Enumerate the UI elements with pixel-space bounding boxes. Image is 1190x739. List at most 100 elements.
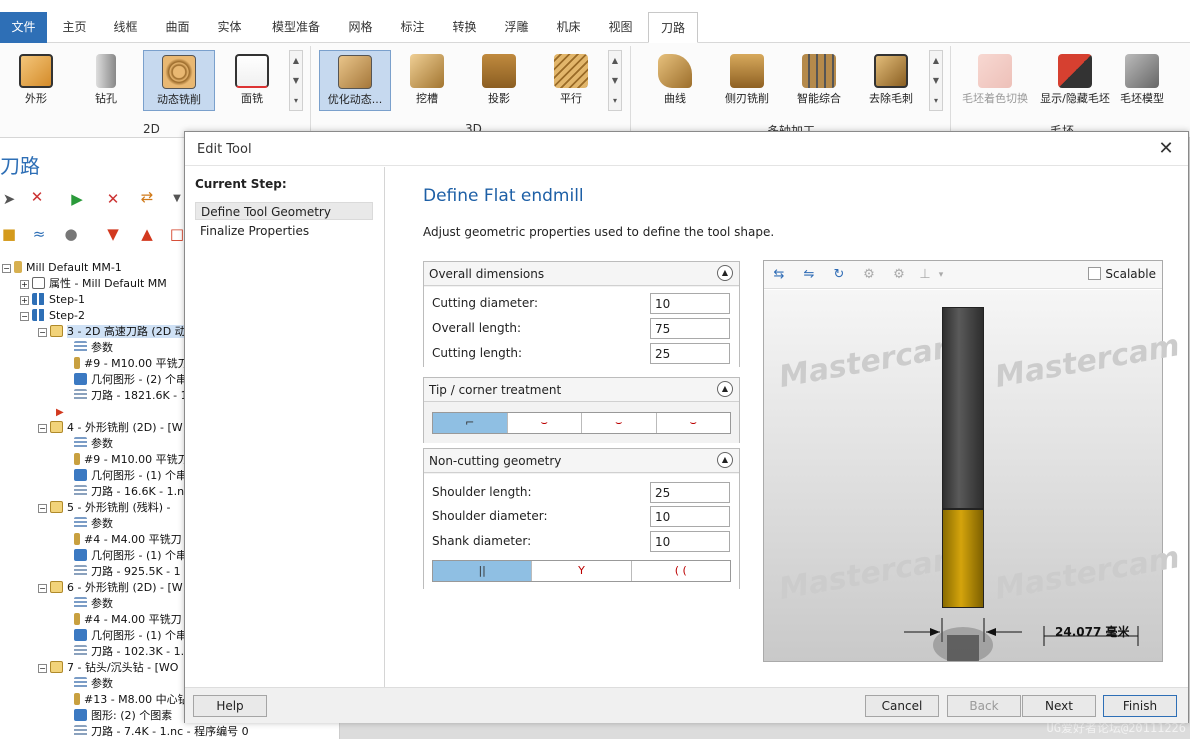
stock-shading-button[interactable]: 毛坯着色切换 (958, 50, 1032, 111)
overall-length-field[interactable] (650, 318, 730, 339)
tree-geometry[interactable]: 几何图形 - (1) 个串 (74, 468, 187, 484)
tab-dimension[interactable]: 标注 (390, 12, 435, 43)
rotate-view-icon[interactable]: ⇋ (800, 266, 818, 284)
tab-mesh[interactable]: 网格 (338, 12, 383, 43)
dropdown-icon[interactable]: ▾ (932, 266, 950, 284)
collapse-icon[interactable]: ▲ (717, 265, 733, 281)
tree-geometry[interactable]: 几何图形 - (2) 个串 (74, 372, 187, 388)
back-button[interactable]: Back (947, 695, 1021, 717)
step-finalize-properties[interactable]: Finalize Properties (195, 222, 373, 240)
tree-parameters[interactable]: 参数 (74, 596, 113, 612)
lock-icon[interactable]: ■ (0, 225, 18, 243)
cancel-button[interactable]: Cancel (865, 695, 939, 717)
pocket-button[interactable]: 挖槽 (398, 50, 456, 111)
deburr-button[interactable]: 去除毛刺 (860, 50, 922, 111)
tree-tool[interactable]: #4 - M4.00 平铣刀 (74, 532, 182, 548)
tab-transform[interactable]: 转换 (442, 12, 487, 43)
tab-home[interactable]: 主页 (52, 12, 97, 43)
tip-full-radius-option[interactable]: ⌣ (657, 413, 731, 433)
ghost-icon[interactable]: ● (62, 225, 80, 243)
optimized-dynamic-button[interactable]: 优化动态... (319, 50, 391, 111)
tab-model-prep[interactable]: 模型准备 (262, 12, 330, 43)
stock-model-button[interactable]: 毛坯模型 (1116, 50, 1168, 111)
project-button[interactable]: 投影 (470, 50, 528, 111)
tree-parameters[interactable]: 参数 (74, 436, 113, 452)
tab-relief[interactable]: 浮雕 (494, 12, 539, 43)
gallery-3d-scroll[interactable]: ▲ ▼ ▾ (608, 50, 622, 111)
drill-button[interactable]: 钻孔 (78, 50, 134, 111)
deselect-icon[interactable]: ✕ (28, 188, 46, 206)
move-down-icon[interactable]: ▼ (104, 225, 122, 243)
shoulder-length-field[interactable] (650, 482, 730, 503)
close-icon[interactable]: ✕ (1156, 138, 1176, 159)
shank-diameter-field[interactable] (650, 531, 730, 552)
swarf-button[interactable]: 侧刃铣削 (716, 50, 778, 111)
fit-view-icon[interactable]: ⇆ (770, 266, 788, 284)
tree-insert-arrow[interactable]: ▶ (56, 404, 64, 420)
tab-solids[interactable]: 实体 (207, 12, 252, 43)
regenerate-icon[interactable]: ▶ (68, 190, 86, 208)
tree-operation-7[interactable]: −7 - 钻头/沉头钻 - [WO (38, 660, 178, 676)
holder-icon[interactable]: ⚙ (860, 266, 878, 284)
backplot-icon[interactable]: ⇄ (138, 188, 156, 206)
tree-operation-3[interactable]: −3 - 2D 高速刀路 (2D 动 (38, 324, 186, 340)
refresh-icon[interactable]: ↻ (830, 266, 848, 284)
tree-toolpath[interactable]: 刀路 - 7.4K - 1.nc - 程序编号 0 (74, 724, 249, 739)
tree-geometry[interactable]: 几何图形 - (1) 个串 (74, 628, 187, 644)
tip-chamfer-option[interactable]: ⌣ (582, 413, 657, 433)
move-up-icon[interactable]: ▲ (138, 225, 156, 243)
finish-button[interactable]: Finish (1103, 695, 1177, 717)
cutting-length-field[interactable] (650, 343, 730, 364)
tab-toolpaths[interactable]: 刀路 (648, 12, 698, 43)
preview-canvas[interactable]: Mastercam Mastercam Mastercam Mastercam … (764, 290, 1182, 661)
tip-corner-radius-option[interactable]: ⌣ (508, 413, 582, 433)
shank-taper-option[interactable]: Y (532, 561, 632, 581)
tree-machine-group[interactable]: − Mill Default MM-1 (2, 260, 122, 276)
tab-surfaces[interactable]: 曲面 (155, 12, 200, 43)
shank-neck-option[interactable]: ( ( (632, 561, 730, 581)
menu-file[interactable]: 文件 (0, 12, 47, 43)
tree-parameters[interactable]: 参数 (74, 340, 113, 356)
unified-button[interactable]: 智能综合 (788, 50, 850, 111)
curve-button[interactable]: 曲线 (644, 50, 706, 111)
tree-tool[interactable]: #9 - M10.00 平铣刀 (74, 452, 189, 468)
collapse-icon[interactable]: ▲ (717, 381, 733, 397)
tab-wireframe[interactable]: 线框 (103, 12, 148, 43)
tree-toolpath[interactable]: 刀路 - 102.3K - 1. (74, 644, 184, 660)
tree-properties[interactable]: + 属性 - Mill Default MM (20, 276, 167, 292)
tree-geometry[interactable]: 几何图形 - (1) 个串 (74, 548, 187, 564)
cutting-diameter-field[interactable] (650, 293, 730, 314)
scalable-checkbox[interactable]: Scalable (1088, 267, 1156, 281)
toggle-display-icon[interactable]: ≈ (30, 225, 48, 243)
dynamic-mill-button[interactable]: 动态铣削 (143, 50, 215, 111)
assembly-icon[interactable]: ⚙ (890, 266, 908, 284)
tree-tool[interactable]: #4 - M4.00 平铣刀 (74, 612, 182, 628)
tree-parameters[interactable]: 参数 (74, 676, 113, 692)
tree-step-2[interactable]: − Step-2 (20, 308, 85, 324)
tree-geometry[interactable]: 图形: (2) 个图素 (74, 708, 172, 724)
contour-button[interactable]: 外形 (8, 50, 64, 111)
tree-step-1[interactable]: + Step-1 (20, 292, 85, 308)
stock-display-button[interactable]: 显示/隐藏毛坯 (1036, 50, 1114, 111)
gallery-2d-scroll[interactable]: ▲ ▼ ▾ (289, 50, 303, 111)
tip-flat-option[interactable]: ⌐ (433, 413, 508, 433)
next-button[interactable]: Next (1022, 695, 1096, 717)
tree-tool[interactable]: #13 - M8.00 中心钻 (74, 692, 189, 708)
parallel-button[interactable]: 平行 (542, 50, 600, 111)
help-button[interactable]: Help (193, 695, 267, 717)
gallery-multi-scroll[interactable]: ▲ ▼ ▾ (929, 50, 943, 111)
tree-operation-4[interactable]: −4 - 外形铣削 (2D) - [W (38, 420, 183, 436)
select-all-icon[interactable]: ➤ (0, 190, 18, 208)
step-define-geometry[interactable]: Define Tool Geometry (195, 202, 373, 220)
regenerate-dirty-icon[interactable]: ✕ (104, 190, 122, 208)
tree-toolpath[interactable]: 刀路 - 1821.6K - 1 (74, 388, 188, 404)
tree-operation-6[interactable]: −6 - 外形铣削 (2D) - [W (38, 580, 183, 596)
tab-machine[interactable]: 机床 (546, 12, 591, 43)
shank-straight-option[interactable]: || (433, 561, 533, 581)
tab-view[interactable]: 视图 (598, 12, 643, 43)
tree-operation-5[interactable]: −5 - 外形铣削 (残料) - (38, 500, 171, 516)
tree-toolpath[interactable]: 刀路 - 925.5K - 1 (74, 564, 181, 580)
face-mill-button[interactable]: 面铣 (222, 50, 282, 111)
tree-parameters[interactable]: 参数 (74, 516, 113, 532)
tree-toolpath[interactable]: 刀路 - 16.6K - 1.nc (74, 484, 190, 500)
